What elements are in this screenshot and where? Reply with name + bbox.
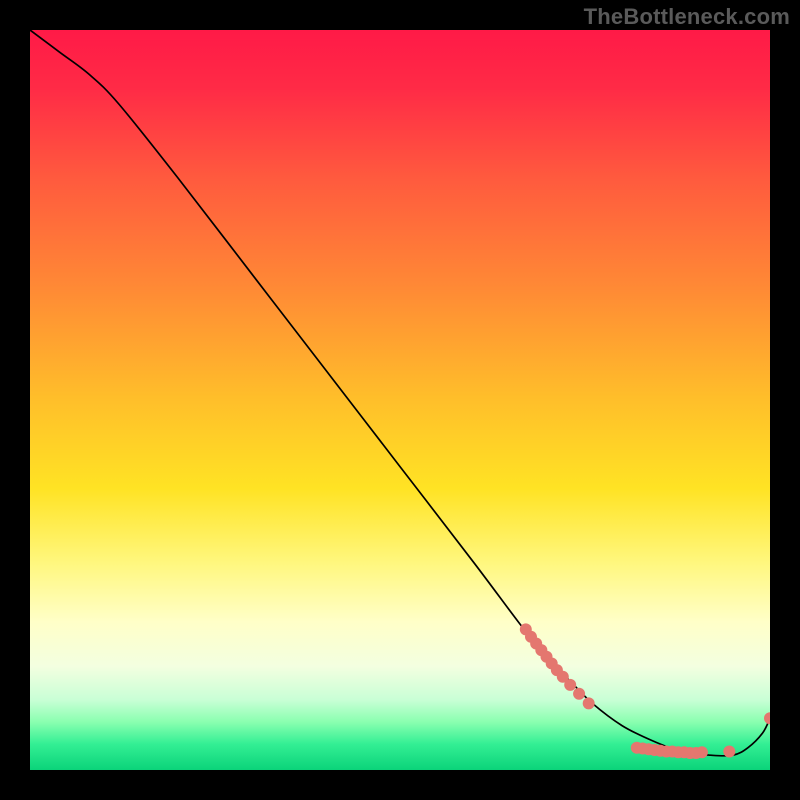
gradient-background bbox=[30, 30, 770, 770]
watermark-text: TheBottleneck.com bbox=[584, 4, 790, 30]
chart-stage: TheBottleneck.com bbox=[0, 0, 800, 800]
chart-svg bbox=[30, 30, 770, 770]
plot-area bbox=[30, 30, 770, 770]
gpu-mark bbox=[583, 697, 595, 709]
gpu-mark bbox=[723, 746, 735, 758]
gpu-mark bbox=[573, 688, 585, 700]
gpu-mark bbox=[696, 746, 708, 758]
gpu-mark bbox=[564, 679, 576, 691]
